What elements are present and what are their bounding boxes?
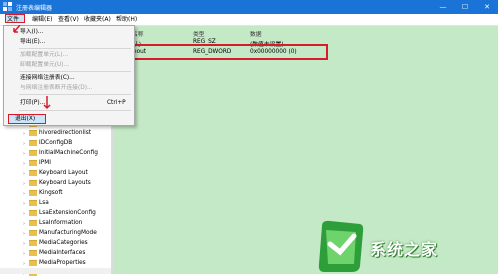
tree-item[interactable]: › InitialMachineConfig [23, 150, 98, 159]
menu-item-exit[interactable]: 退出(X) [4, 114, 134, 124]
tree-item[interactable]: › Kingsoft [23, 190, 63, 199]
file-dropdown-menu: 导入(I)... 导出(E)... 加载配置单元(L)... 卸载配置单元(U)… [3, 25, 135, 126]
tree-item[interactable]: › IDConfigDB [23, 140, 72, 149]
column-header-data[interactable]: 数据 [250, 29, 262, 38]
tree-scrollbar[interactable] [0, 268, 111, 274]
folder-icon [29, 240, 37, 246]
highlight-box [128, 44, 328, 60]
menu-item-unload-hive: 卸载配置单元(U)... [20, 62, 70, 68]
tree-item[interactable]: › LsaExtensionConfig [23, 210, 96, 219]
regedit-app-icon [3, 2, 12, 11]
folder-icon [29, 250, 37, 256]
tree-item[interactable]: › Lsa [23, 200, 49, 209]
annotation-arrow-icon [43, 96, 51, 110]
menu-item-connect-network[interactable]: 连接网络注册表(C)... [4, 73, 134, 83]
menu-item-export[interactable]: 导出(E)... [4, 37, 134, 47]
menu-separator [19, 94, 131, 95]
folder-icon [29, 200, 37, 206]
folder-icon [29, 210, 37, 216]
menu-edit[interactable]: 编辑(E) [32, 15, 52, 24]
menu-view[interactable]: 查看(V) [58, 15, 79, 24]
folder-icon [29, 230, 37, 236]
menu-separator [19, 110, 131, 111]
menu-item-import[interactable]: 导入(I)... [4, 27, 134, 37]
folder-icon [29, 150, 37, 156]
window-title: 注册表编辑器 [16, 5, 53, 12]
watermark-logo-icon [318, 220, 364, 272]
menu-file[interactable]: 文件(F) [5, 14, 25, 32]
menu-help[interactable]: 帮助(H) [116, 15, 137, 24]
tree-item[interactable]: › MediaInterfaces [23, 250, 85, 259]
title-bar: 注册表编辑器 — ☐ ✕ [0, 0, 498, 14]
column-header-type[interactable]: 类型 [193, 29, 205, 38]
watermark-text: 系统之家 [370, 240, 439, 259]
minimize-button[interactable]: — [432, 0, 454, 14]
close-button[interactable]: ✕ [476, 0, 498, 14]
tree-item[interactable]: › Keyboard Layout [23, 170, 88, 179]
maximize-button[interactable]: ☐ [454, 0, 476, 14]
tree-item[interactable]: › hivoredirectionlist [23, 130, 91, 139]
tree-item[interactable]: › LsaInformation [23, 220, 82, 229]
menu-favorites[interactable]: 收藏夹(A) [84, 15, 111, 24]
menu-item-disconnect-network: 与网络注册表断开连接(D)... [20, 85, 93, 91]
folder-icon [29, 170, 37, 176]
folder-icon [29, 130, 37, 136]
folder-icon [29, 220, 37, 226]
menu-item-print[interactable]: 打印(P)... Ctrl+P [4, 98, 134, 108]
menu-separator [19, 48, 131, 49]
folder-icon [29, 190, 37, 196]
tree-item[interactable]: › IPMI [23, 160, 51, 169]
folder-icon [29, 260, 37, 266]
tree-item[interactable]: › Keyboard Layouts [23, 180, 91, 189]
tree-item[interactable]: › MediaCategories [23, 240, 88, 249]
menu-item-load-hive: 加载配置单元(L)... [20, 52, 69, 58]
annotation-arrow-icon [13, 25, 21, 33]
folder-icon [29, 140, 37, 146]
folder-icon [29, 180, 37, 186]
folder-icon [29, 160, 37, 166]
tree-item[interactable]: › ManufacturingMode [23, 230, 97, 239]
menu-separator [19, 71, 131, 72]
watermark: 系统之家 [316, 218, 498, 274]
